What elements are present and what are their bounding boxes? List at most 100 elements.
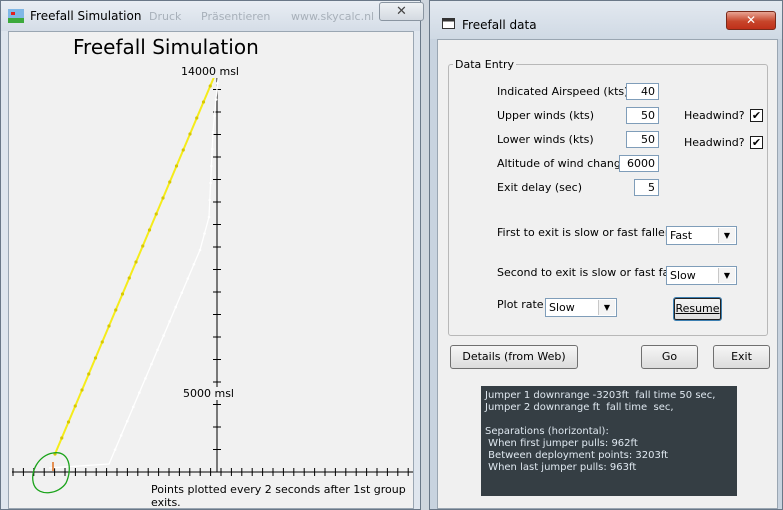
jumper-1-point <box>120 292 125 296</box>
altitude-label-mid: 5000 msl <box>183 387 234 400</box>
jumper-2-point <box>211 130 215 134</box>
jumper-1-point <box>73 404 77 408</box>
app-icon <box>8 9 24 23</box>
wind-change-label: Altitude of wind change <box>497 157 628 170</box>
jumper-2-point <box>203 232 206 235</box>
freefall-chart <box>12 65 413 494</box>
result-line: Between deployment points: 3203ft <box>485 450 669 461</box>
plot-rate-label: Plot rate <box>497 298 544 311</box>
first-exit-value: Fast <box>670 229 693 242</box>
background-tab-2: Präsentieren <box>201 10 271 23</box>
jumper-1-point <box>93 356 98 360</box>
result-line: When first jumper pulls: 962ft <box>485 438 638 449</box>
exit-button[interactable]: Exit <box>713 345 770 369</box>
chevron-down-icon: ▼ <box>718 268 735 283</box>
result-line: Separations (horizontal): <box>485 426 609 437</box>
jumper-1-point <box>114 308 118 312</box>
jumper-2-point <box>180 291 184 295</box>
jumper-2-point <box>131 405 135 409</box>
first-exit-label: First to exit is slow or fast faller? <box>497 226 676 239</box>
lower-winds-input[interactable]: 50 <box>626 131 659 148</box>
jumper-1-point <box>181 148 185 152</box>
background-tab-1: Druck <box>149 10 182 23</box>
jumper-2-point <box>168 320 171 323</box>
data-entry-group: Data Entry <box>448 58 768 336</box>
jumper-2-point <box>125 419 129 423</box>
chevron-down-icon: ▼ <box>718 228 735 243</box>
annotation-circle <box>32 452 70 494</box>
data-title: Freefall data <box>462 18 537 32</box>
result-line: When last jumper pulls: 963ft <box>485 462 637 473</box>
airspeed-label: Indicated Airspeed (kts) <box>497 85 629 98</box>
chevron-down-icon: ▼ <box>598 300 615 315</box>
simulation-close-button[interactable]: ✕ <box>379 2 424 21</box>
altitude-label-top: 14000 msl <box>181 65 239 78</box>
jumper-1-point <box>161 196 165 200</box>
jumper-2-point <box>198 248 202 252</box>
details-button[interactable]: Details (from Web) <box>450 345 578 369</box>
simulation-title: Freefall Simulation <box>30 9 142 23</box>
headwind-upper-checkbox[interactable]: ✔ <box>750 109 763 122</box>
jumper-1-point <box>195 116 199 120</box>
jumper-1-point <box>127 276 131 280</box>
jumper-2-point <box>209 181 212 185</box>
simulation-window: Freefall Simulation Druck Präsentieren w… <box>0 0 424 510</box>
first-exit-select[interactable]: Fast ▼ <box>666 226 737 245</box>
lower-winds-label: Lower winds (kts) <box>497 133 594 146</box>
jumper-1-point <box>134 260 138 264</box>
jumper-2-point <box>119 434 123 437</box>
jumper-1-point <box>66 420 71 424</box>
jumper-2-point <box>207 215 211 219</box>
jumper-2-point <box>156 348 159 352</box>
jumper-1-point <box>147 228 152 232</box>
jumper-1-point <box>60 436 64 440</box>
result-line: Jumper 2 downrange ft fall time sec, <box>485 402 674 413</box>
go-button[interactable]: Go <box>641 345 698 369</box>
window-icon <box>442 18 455 29</box>
exit-delay-input[interactable]: 5 <box>634 179 659 196</box>
jumper-1-point <box>168 180 172 184</box>
results-panel: Jumper 1 downrange -3203ft fall time 50 … <box>481 386 737 496</box>
data-titlebar[interactable]: Freefall data ✕ <box>430 1 782 39</box>
plot-footer-note: Points plotted every 2 seconds after 1st… <box>151 483 406 509</box>
jumper-1-point <box>208 84 212 88</box>
second-exit-value: Slow <box>670 269 696 282</box>
jumper-1-point <box>188 132 192 136</box>
jumper-2-point <box>192 262 196 266</box>
data-window: Freefall data ✕ Data Entry Indicated Air… <box>429 0 783 510</box>
plot-rate-select[interactable]: Slow ▼ <box>545 298 617 317</box>
jumper-2-point <box>186 277 190 280</box>
jumper-1-point <box>107 324 111 328</box>
jumper-2-point <box>213 114 216 118</box>
data-close-button[interactable]: ✕ <box>726 11 776 30</box>
jumper-2-point <box>208 198 212 202</box>
jumper-2-point <box>150 362 153 366</box>
jumper-1-point <box>154 212 158 216</box>
plot-rate-value: Slow <box>549 301 575 314</box>
wind-change-input[interactable]: 6000 <box>619 155 659 172</box>
simulation-titlebar[interactable]: Freefall Simulation Druck Präsentieren w… <box>1 1 424 31</box>
jumper-1-point <box>87 372 91 376</box>
exit-delay-label: Exit delay (sec) <box>497 181 583 194</box>
headwind-lower-label: Headwind? <box>684 136 745 149</box>
resume-button[interactable]: Resume <box>673 297 722 321</box>
jumper-1-point <box>174 164 179 168</box>
airspeed-input[interactable]: 40 <box>626 83 659 100</box>
jumper-1-point <box>141 244 145 248</box>
jumper-2-point <box>138 391 141 394</box>
jumper-2-point <box>214 98 218 101</box>
data-entry-legend: Data Entry <box>455 58 515 71</box>
jumper-2-point <box>210 147 214 151</box>
headwind-lower-checkbox[interactable]: ✔ <box>750 136 763 149</box>
jumper-2-point <box>113 448 117 452</box>
jumper-1-point <box>80 388 84 392</box>
jumper-2-point <box>144 377 147 380</box>
jumper-1-point <box>100 340 104 344</box>
jumper-2-point <box>216 81 219 85</box>
jumper-2-point <box>162 334 165 337</box>
plot-area: Freefall Simulation 14000 msl 5000 msl P… <box>8 31 414 509</box>
second-exit-select[interactable]: Slow ▼ <box>666 266 737 285</box>
jumper-1-point <box>201 100 206 104</box>
upper-winds-input[interactable]: 50 <box>626 107 659 124</box>
result-line: Jumper 1 downrange -3203ft fall time 50 … <box>485 390 716 401</box>
